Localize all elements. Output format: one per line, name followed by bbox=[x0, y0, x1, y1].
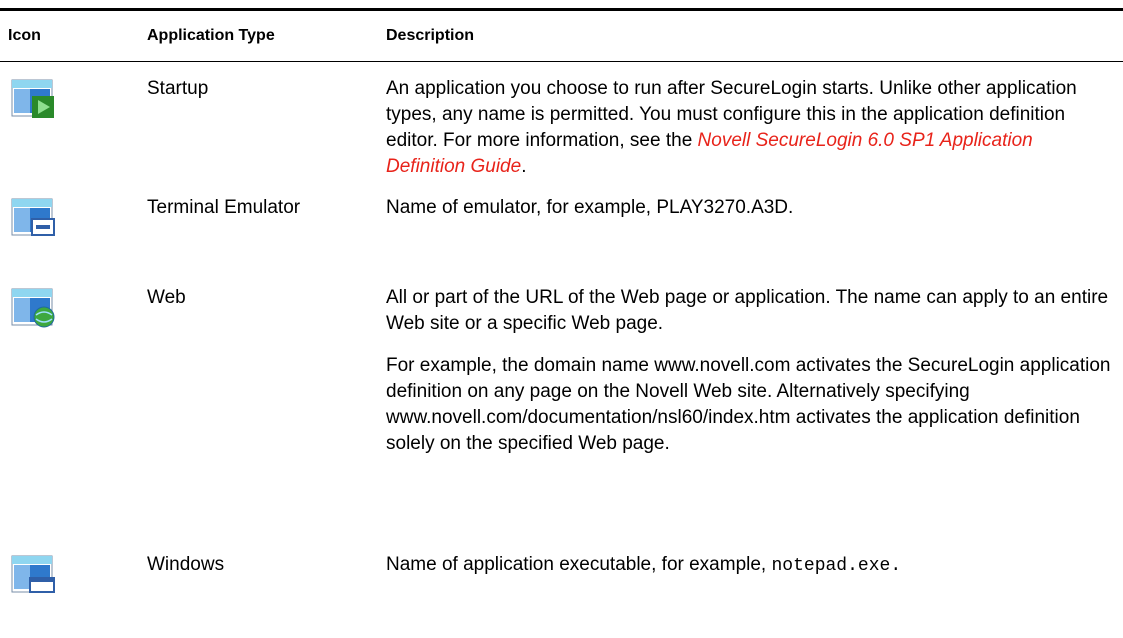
folder-windows-icon bbox=[11, 555, 55, 593]
folder-web-icon bbox=[11, 288, 55, 328]
folder-startup-icon bbox=[11, 79, 54, 118]
header-icon: Icon bbox=[8, 27, 41, 44]
icon-cell bbox=[0, 195, 131, 239]
description-text: Name of application executable, for exam… bbox=[386, 554, 772, 575]
table-row-startup: Startup An application you choose to run… bbox=[0, 62, 1123, 181]
description-period: . bbox=[890, 556, 902, 576]
application-type-windows: Windows bbox=[147, 554, 225, 575]
table-header-row: Icon Application Type Description bbox=[0, 11, 1123, 62]
description-web: All or part of the URL of the Web page o… bbox=[381, 285, 1123, 457]
code-sample: notepad.exe bbox=[771, 556, 891, 576]
application-types-table: Icon Application Type Description Startu… bbox=[0, 8, 1123, 618]
table-row-web: Web All or part of the URL of the Web pa… bbox=[0, 271, 1123, 538]
header-application-type: Application Type bbox=[147, 27, 275, 44]
table-row-windows: Windows Name of application executable, … bbox=[0, 538, 1123, 618]
table-row-terminal-emulator: Terminal Emulator Name of emulator, for … bbox=[0, 181, 1123, 271]
description-startup: An application you choose to run after S… bbox=[381, 76, 1123, 180]
description-terminal-emulator: Name of emulator, for example, PLAY3270.… bbox=[386, 197, 794, 218]
description-period: . bbox=[521, 156, 527, 177]
description-paragraph-1: All or part of the URL of the Web page o… bbox=[386, 287, 1109, 334]
application-type-startup: Startup bbox=[147, 78, 209, 99]
icon-cell bbox=[0, 76, 131, 120]
icon-cell bbox=[0, 552, 131, 596]
folder-terminal-emulator-icon bbox=[11, 198, 55, 236]
description-windows: Name of application executable, for exam… bbox=[381, 552, 1123, 579]
description-paragraph-2: For example, the domain name www.novell.… bbox=[386, 355, 1111, 454]
header-description: Description bbox=[386, 27, 475, 44]
application-type-web: Web bbox=[147, 287, 186, 308]
application-type-terminal-emulator: Terminal Emulator bbox=[147, 197, 301, 218]
icon-cell bbox=[0, 285, 131, 329]
